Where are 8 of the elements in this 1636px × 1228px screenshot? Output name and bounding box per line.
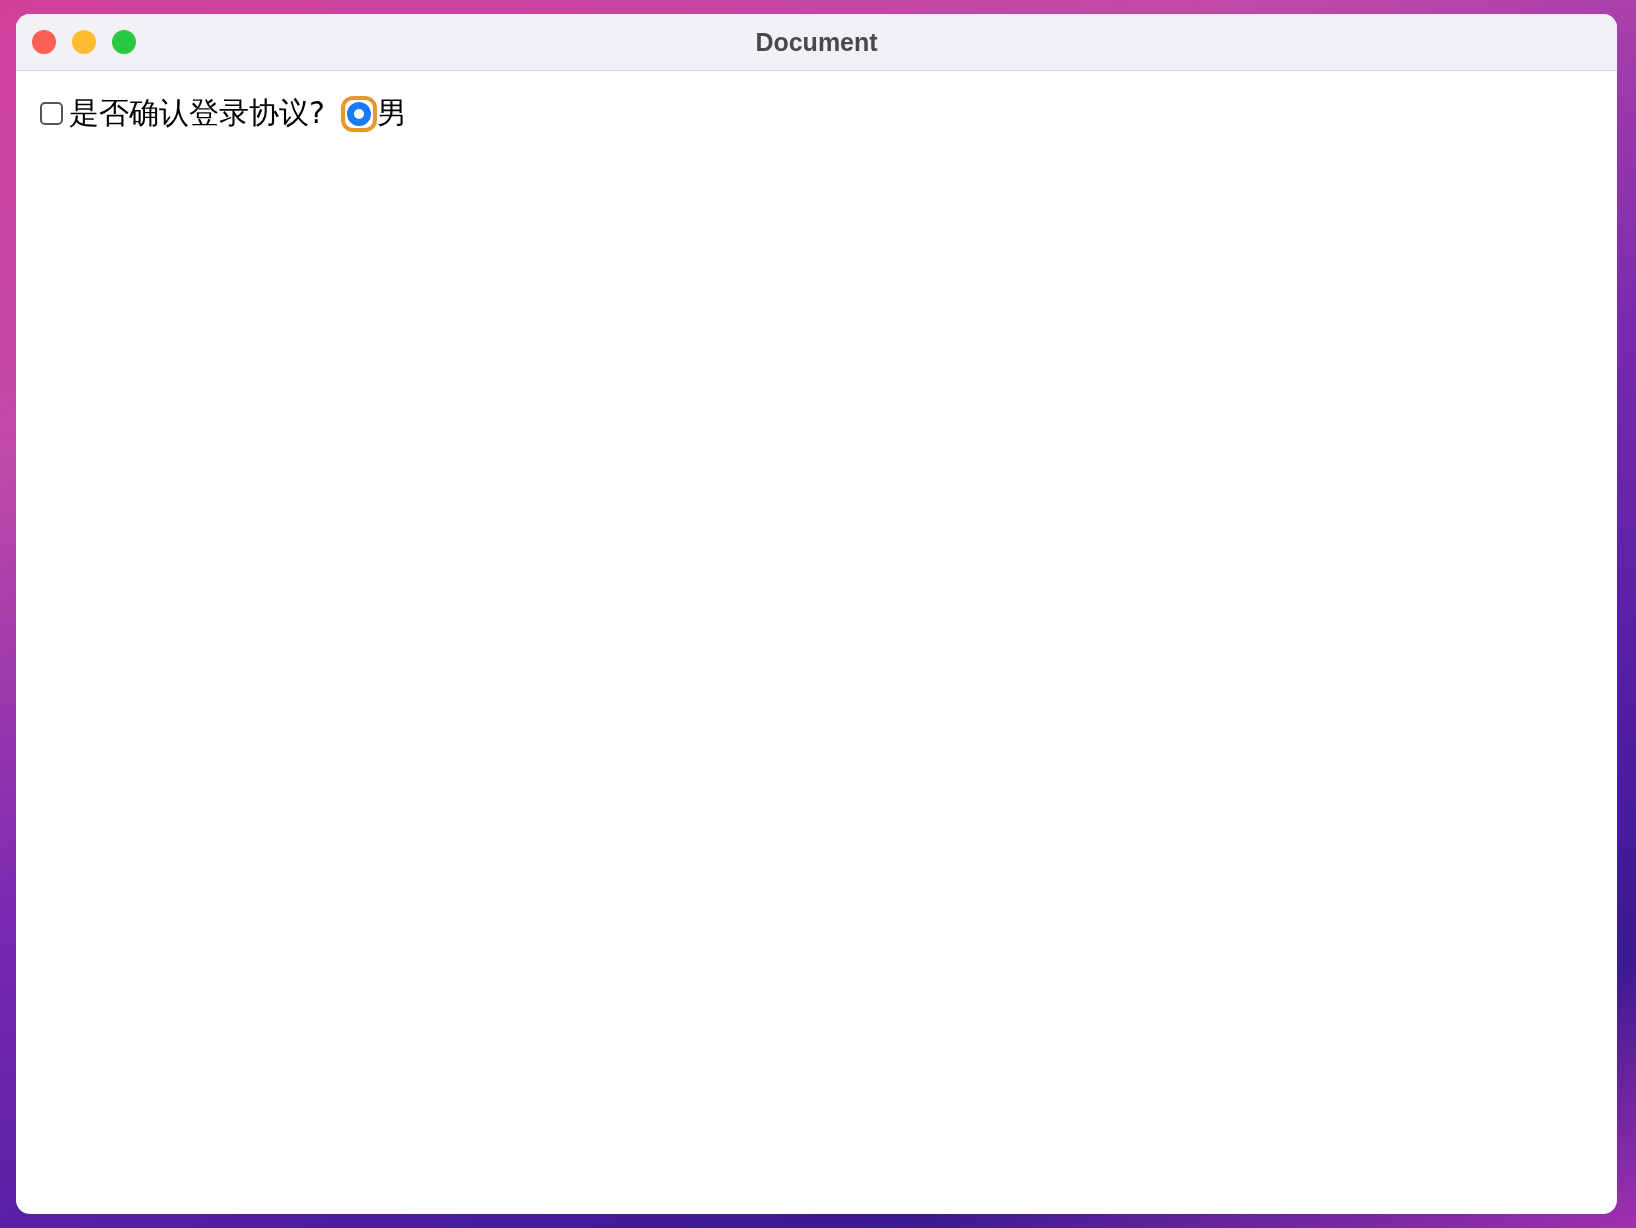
minimize-button[interactable] [72,30,96,54]
radio-label: 男 [376,94,407,132]
radio-button[interactable] [340,95,377,132]
checkbox-label: 是否确认登录协议? [69,94,325,132]
window-title: Document [755,27,878,57]
zoom-button[interactable] [112,30,136,54]
checkbox[interactable] [40,102,63,125]
close-button[interactable] [32,30,56,54]
